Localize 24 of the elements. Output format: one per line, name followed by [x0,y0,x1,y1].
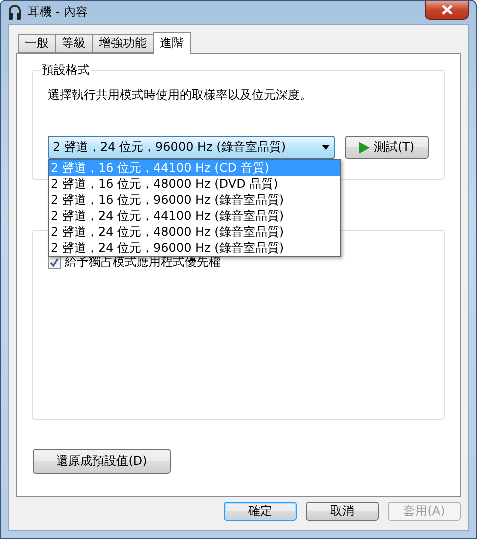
dropdown-option[interactable]: 2 聲道，24 位元，48000 Hz (錄音室品質) [49,224,340,240]
play-icon [358,142,370,154]
check-icon [50,258,59,267]
dropdown-option[interactable]: 2 聲道，24 位元，44100 Hz (錄音室品質) [49,208,340,224]
description-text: 選擇執行共用模式時使用的取樣率以及位元深度。 [48,87,313,104]
window-title: 耳機 - 內容 [28,4,88,21]
caret-icon [322,145,330,150]
format-dropdown[interactable]: 2 聲道，24 位元，96000 Hz (錄音室品質) [48,136,335,159]
group-title: 預設格式 [40,62,92,79]
test-button[interactable]: 測試(T) [344,136,429,159]
checkbox[interactable] [48,256,61,269]
dialog-button[interactable]: 確定 [224,502,297,521]
headphones-icon [8,4,22,20]
tab[interactable]: 一般 [18,34,56,53]
tab[interactable]: 進階 [153,32,191,54]
dropdown-option[interactable]: 2 聲道，24 位元，96000 Hz (錄音室品質) [49,240,340,256]
tab[interactable]: 增強功能 [92,34,154,53]
restore-defaults-button[interactable]: 還原成預設值(D) [33,449,171,474]
close-icon [442,5,452,15]
dialog-button[interactable]: 取消 [306,502,379,521]
dropdown-option[interactable]: 2 聲道，16 位元，48000 Hz (DVD 品質) [49,176,340,192]
close-button[interactable] [425,1,469,20]
dropdown-option[interactable]: 2 聲道，16 位元，96000 Hz (錄音室品質) [49,192,340,208]
tab[interactable]: 等級 [55,34,93,53]
